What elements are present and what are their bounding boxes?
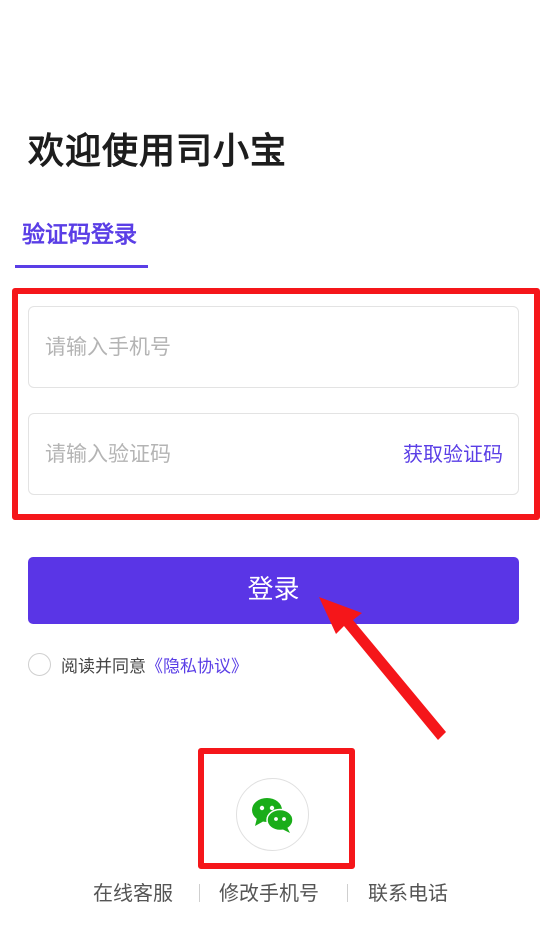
footer-link-contact-phone[interactable]: 联系电话 (368, 879, 448, 907)
footer-links: 在线客服 修改手机号 联系电话 (0, 879, 550, 909)
agreement-text: 阅读并同意 (61, 657, 146, 677)
page-title: 欢迎使用司小宝 (28, 131, 288, 172)
agreement-row: 阅读并同意 《隐私协议》 (28, 651, 248, 678)
tab-label: 验证码登录 (22, 222, 137, 248)
form-highlight-box (12, 288, 540, 520)
footer-link-online-service[interactable]: 在线客服 (93, 879, 173, 907)
wechat-highlight-box (198, 748, 355, 869)
footer-divider (347, 884, 348, 902)
privacy-agreement-link[interactable]: 《隐私协议》 (146, 652, 248, 677)
tab-sms-login[interactable]: 验证码登录 (15, 216, 148, 268)
login-button[interactable]: 登录 (28, 557, 519, 624)
agreement-checkbox[interactable] (28, 653, 51, 676)
footer-link-change-phone[interactable]: 修改手机号 (219, 879, 319, 907)
footer-divider (199, 884, 200, 902)
